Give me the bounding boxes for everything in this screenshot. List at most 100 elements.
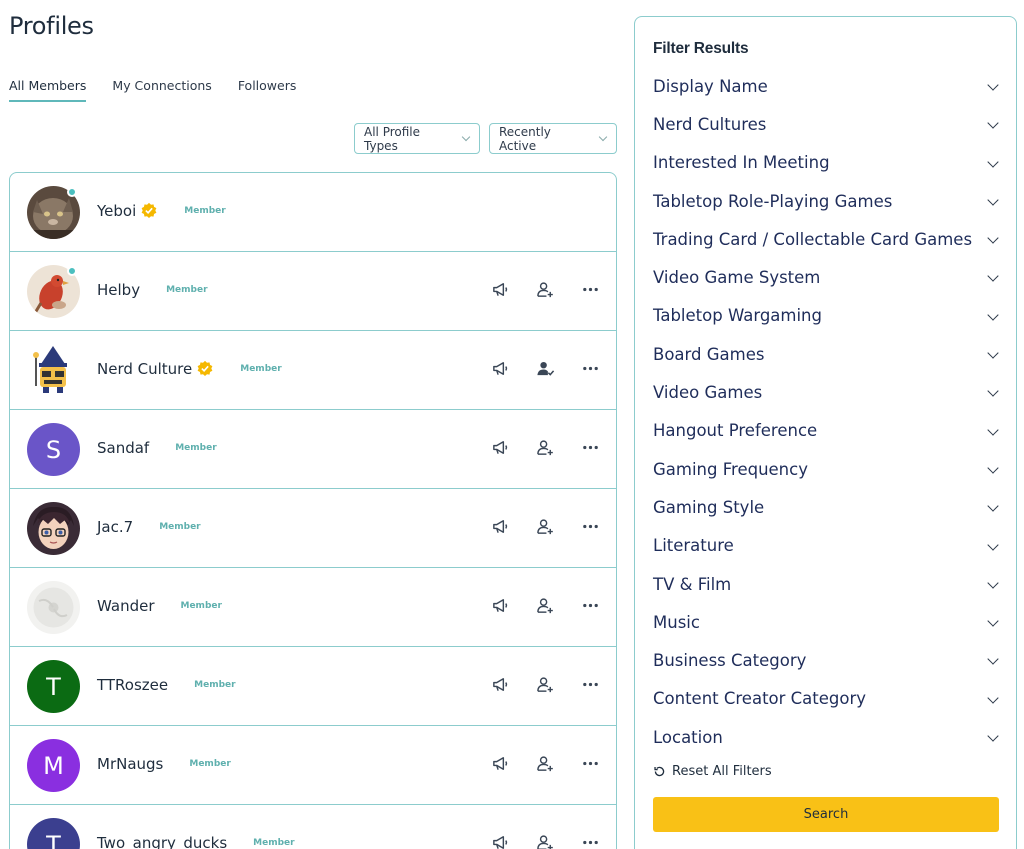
filter-label: Interested In Meeting [653,153,830,172]
add-user-icon[interactable] [536,438,555,457]
member-type-badge: Member [253,838,294,848]
megaphone-icon[interactable] [491,596,510,615]
member-name-group: Two_angry_ducks Member [97,834,295,849]
add-user-icon[interactable] [536,675,555,694]
member-name[interactable]: Nerd Culture [97,360,192,378]
member-name[interactable]: Sandaf [97,439,149,457]
filter-label: Tabletop Wargaming [653,306,822,325]
add-user-icon[interactable] [536,280,555,299]
member-actions [491,833,600,849]
filter-accordion-item[interactable]: Content Creator Category [653,680,1003,718]
member-row[interactable]: YeboiMember [10,173,616,252]
member-name[interactable]: Two_angry_ducks [97,834,227,849]
more-dots-icon[interactable] [581,359,600,378]
add-user-icon[interactable] [536,754,555,773]
filter-label: Tabletop Role-Playing Games [653,192,892,211]
filter-accordion-item[interactable]: Gaming Frequency [653,450,1003,488]
filter-accordion-item[interactable]: Nerd Cultures [653,105,1003,143]
member-row[interactable]: S Sandaf Member [10,410,616,489]
avatar[interactable] [27,581,80,634]
chevron-down-icon [987,271,998,282]
chevron-down-icon [987,730,998,741]
more-dots-icon[interactable] [581,517,600,536]
filter-accordion-item[interactable]: Literature [653,527,1003,565]
tab-all-members[interactable]: All Members [9,78,86,102]
filter-label: Video Game System [653,268,820,287]
more-dots-icon[interactable] [581,754,600,773]
user-check-icon[interactable] [536,359,555,378]
chevron-down-icon [987,539,998,550]
filter-accordion-item[interactable]: Tabletop Role-Playing Games [653,182,1003,220]
profile-type-select[interactable]: All Profile Types [354,123,480,154]
filter-accordion-item[interactable]: Tabletop Wargaming [653,297,1003,335]
order-by-select[interactable]: Recently Active [489,123,617,154]
member-row[interactable]: MMrNaugsMember [10,726,616,805]
filter-label: Nerd Cultures [653,115,766,134]
megaphone-icon[interactable] [491,675,510,694]
filter-accordion-item[interactable]: Display Name [653,67,1003,105]
filter-accordion-item[interactable]: Gaming Style [653,488,1003,526]
filter-panel: Filter Results Display NameNerd Cultures… [634,16,1017,849]
filter-accordion-item[interactable]: Hangout Preference [653,412,1003,450]
avatar[interactable] [27,344,80,397]
tab-followers[interactable]: Followers [238,78,297,102]
member-row[interactable]: T Two_angry_ducks Member [10,805,616,849]
megaphone-icon[interactable] [491,754,510,773]
megaphone-icon[interactable] [491,833,510,849]
member-row[interactable]: Jac.7Member [10,489,616,568]
member-name[interactable]: MrNaugs [97,755,163,773]
megaphone-icon[interactable] [491,359,510,378]
more-dots-icon[interactable] [581,833,600,849]
filter-accordion-item[interactable]: Video Game System [653,258,1003,296]
member-name[interactable]: Yeboi [97,202,136,220]
tab-my-connections[interactable]: My Connections [112,78,211,102]
avatar[interactable]: T [27,818,80,849]
member-name[interactable]: Wander [97,597,155,615]
member-actions [491,675,600,694]
members-list: YeboiMemberHelbyMemberNerd CultureMember… [9,172,617,849]
avatar[interactable] [27,502,80,555]
avatar[interactable]: M [27,739,80,792]
filter-accordion-item[interactable]: Board Games [653,335,1003,373]
member-row[interactable]: T TTRoszee Member [10,647,616,726]
reset-filters-label: Reset All Filters [672,764,772,779]
member-row[interactable]: Nerd CultureMember [10,331,616,410]
member-name[interactable]: TTRoszee [97,676,168,694]
search-button[interactable]: Search [653,797,999,832]
megaphone-icon[interactable] [491,517,510,536]
member-row[interactable]: WanderMember [10,568,616,647]
add-user-icon[interactable] [536,833,555,849]
filter-label: Literature [653,536,734,555]
chevron-down-icon [462,133,470,141]
member-name[interactable]: Helby [97,281,140,299]
more-dots-icon[interactable] [581,280,600,299]
online-status-dot [67,187,77,197]
member-name[interactable]: Jac.7 [97,518,133,536]
megaphone-icon[interactable] [491,438,510,457]
add-user-icon[interactable] [536,596,555,615]
filter-accordion-item[interactable]: Business Category [653,641,1003,679]
more-dots-icon[interactable] [581,438,600,457]
filter-label: Trading Card / Collectable Card Games [653,230,972,249]
filter-accordion-item[interactable]: TV & Film [653,565,1003,603]
member-type-badge: Member [175,443,216,453]
chevron-down-icon [987,424,998,435]
chevron-down-icon [987,692,998,703]
filter-accordion-item[interactable]: Music [653,603,1003,641]
megaphone-icon[interactable] [491,280,510,299]
filter-accordion-item[interactable]: Trading Card / Collectable Card Games [653,220,1003,258]
add-user-icon[interactable] [536,517,555,536]
member-row[interactable]: HelbyMember [10,252,616,331]
filter-accordion-item[interactable]: Video Games [653,373,1003,411]
filter-accordion-item[interactable]: Interested In Meeting [653,144,1003,182]
more-dots-icon[interactable] [581,675,600,694]
chevron-down-icon [987,156,998,167]
member-name-group: Nerd CultureMember [97,360,282,378]
member-name-group: Sandaf Member [97,439,217,457]
avatar[interactable]: T [27,660,80,713]
avatar[interactable]: S [27,423,80,476]
more-dots-icon[interactable] [581,596,600,615]
filter-accordion-item[interactable]: Location [653,718,1003,756]
member-type-badge: Member [194,680,235,690]
reset-filters-button[interactable]: Reset All Filters [653,764,772,779]
